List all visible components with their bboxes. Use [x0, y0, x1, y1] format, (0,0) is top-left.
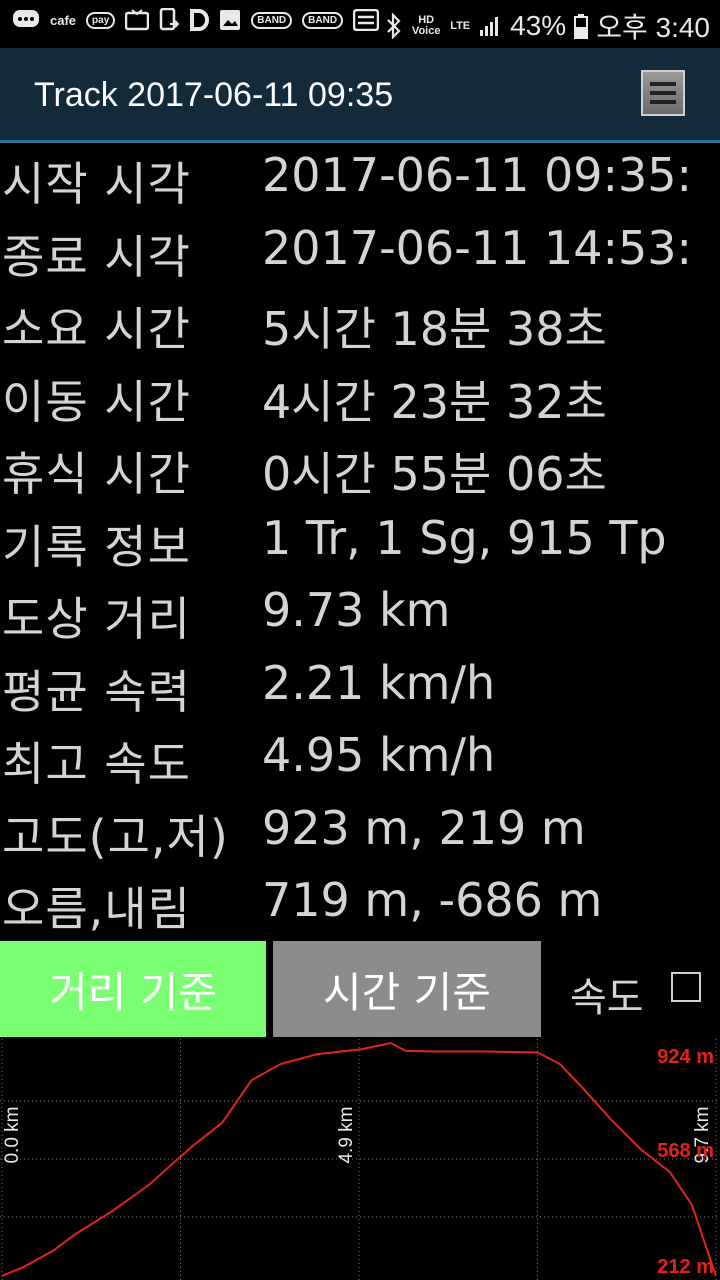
speed-checkbox[interactable]	[671, 972, 701, 1002]
pay-icon: pay	[86, 11, 116, 29]
time-basis-button[interactable]: 시간 기준	[273, 941, 541, 1037]
chat-icon	[12, 9, 40, 31]
info-row-rest-time: 휴식 시간 0시간 55분 06초	[0, 438, 720, 511]
info-row-altitude: 고도(고,저) 923 m, 219 m	[0, 801, 720, 874]
info-value: 719 m, -686 m	[262, 873, 603, 927]
info-label: 도상 거리	[2, 592, 191, 646]
info-row-start-time: 시작 시각 2017-06-11 09:35:	[0, 148, 720, 221]
info-value: 1 Tr, 1 Sg, 915 Tp	[262, 510, 667, 565]
info-row-max-speed: 최고 속도 4.95 km/h	[0, 728, 720, 801]
info-label: 고도(고,저)	[2, 809, 229, 864]
info-label: 기록 정보	[2, 519, 191, 574]
phone-transfer-icon	[159, 8, 180, 32]
info-value: 0시간 55분 06초	[262, 447, 607, 501]
clock: 오후 3:40	[596, 12, 710, 43]
status-right-icons: HD Voice LTE 43% 오후 3:40	[386, 6, 710, 46]
speed-checkbox-label: 속도	[570, 975, 644, 1021]
chart-grid	[0, 1039, 720, 1280]
info-row-map-distance: 도상 거리 9.73 km	[0, 583, 720, 656]
info-row-moving-time: 이동 시간 4시간 23분 32초	[0, 366, 720, 439]
info-value: 4시간 23분 32초	[262, 374, 607, 429]
notification-list-icon	[353, 9, 380, 31]
page-title: Track 2017-06-11 09:35	[34, 76, 394, 114]
tv-icon	[125, 9, 150, 31]
lte-icon: LTE	[450, 19, 471, 32]
y-tick-label: 568 m	[657, 1140, 714, 1162]
x-tick-label: 4.9 km	[336, 1106, 357, 1163]
bluetooth-icon	[386, 13, 402, 39]
info-label: 종료 시각	[2, 229, 191, 284]
cafe-icon: cafe	[50, 12, 77, 28]
gallery-icon	[219, 9, 241, 31]
info-row-record-info: 기록 정보 1 Tr, 1 Sg, 915 Tp	[0, 511, 720, 584]
band-icon: BAND	[251, 11, 293, 29]
status-left-icons: cafe pay BAND BAND	[12, 8, 380, 32]
hd-voice-icon: HD Voice	[411, 14, 441, 37]
app-bar: Track 2017-06-11 09:35	[0, 48, 720, 143]
y-tick-label: 924 m	[657, 1046, 714, 1068]
distance-basis-button[interactable]: 거리 기준	[0, 941, 266, 1037]
x-tick-label: 0.0 km	[2, 1106, 23, 1163]
info-value: 2.21 km/h	[262, 655, 496, 710]
band-outline-icon: BAND	[302, 11, 344, 29]
info-row-end-time: 종료 시각 2017-06-11 14:53:	[0, 221, 720, 294]
d-app-icon	[189, 9, 210, 31]
info-value: 2017-06-11 09:35:	[262, 148, 693, 202]
menu-icon	[650, 82, 676, 86]
info-value: 5시간 18분 38초	[262, 302, 607, 356]
y-tick-label: 212 m	[657, 1256, 714, 1278]
info-label: 평균 속력	[2, 664, 191, 719]
info-label: 휴식 시간	[2, 447, 191, 501]
info-label: 최고 속도	[2, 737, 191, 791]
info-label: 시작 시각	[2, 157, 191, 211]
info-row-average-speed: 평균 속력 2.21 km/h	[0, 656, 720, 729]
status-bar: cafe pay BAND BAND HD Voice LTE 43% 오후 3…	[0, 0, 720, 48]
info-label: 오름,내림	[2, 882, 191, 936]
info-row-elapsed-time: 소요 시간 5시간 18분 38초	[0, 293, 720, 366]
battery-percent: 43%	[510, 10, 567, 41]
info-label: 이동 시간	[2, 374, 191, 429]
battery-icon	[574, 13, 589, 39]
info-row-ascent-descent: 오름,내림 719 m, -686 m	[0, 873, 720, 946]
track-info-table: 시작 시각 2017-06-11 09:35: 종료 시각 2017-06-11…	[0, 148, 720, 946]
elevation-profile-chart: 0.0 km 4.9 km 9.7 km 924 m568 m212 m	[0, 1039, 720, 1280]
menu-button[interactable]	[641, 70, 685, 116]
info-value: 9.73 km	[262, 583, 451, 637]
signal-icon	[478, 14, 502, 38]
info-label: 소요 시간	[2, 302, 191, 356]
info-value: 4.95 km/h	[262, 728, 496, 782]
info-value: 923 m, 219 m	[262, 800, 586, 855]
info-value: 2017-06-11 14:53:	[262, 220, 693, 275]
chart-mode-bar: 거리 기준 시간 기준 속도	[0, 941, 720, 1037]
